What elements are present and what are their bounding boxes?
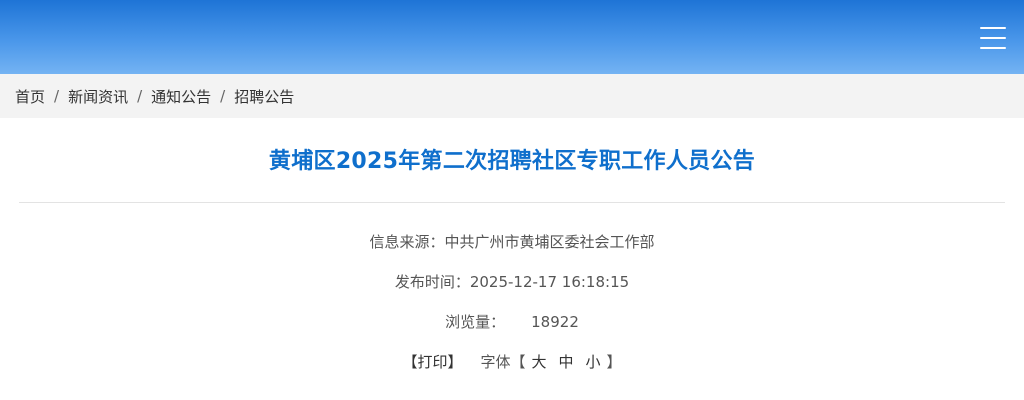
breadcrumb: 首页 / 新闻资讯 / 通知公告 / 招聘公告 — [0, 74, 1024, 118]
menu-line — [980, 27, 1006, 29]
hamburger-menu-icon[interactable] — [980, 25, 1006, 51]
font-small-button[interactable]: 小 — [586, 353, 601, 371]
font-size-close: 】 — [606, 353, 622, 371]
menu-line — [980, 47, 1006, 49]
publish-time: 发布时间：2025-12-17 16:18:15 — [0, 271, 1024, 292]
view-count-value: 18922 — [531, 313, 579, 331]
publish-time-label: 发布时间： — [394, 273, 470, 291]
breadcrumb-separator: / — [220, 87, 226, 105]
breadcrumb-recruitment[interactable]: 招聘公告 — [234, 86, 294, 107]
breadcrumb-separator: / — [54, 87, 60, 105]
info-source-value: 中共广州市黄埔区委社会工作部 — [444, 233, 655, 251]
info-source-label: 信息来源： — [369, 233, 445, 251]
breadcrumb-notices[interactable]: 通知公告 — [151, 86, 211, 107]
article-title: 黄埔区2025年第二次招聘社区专职工作人员公告 — [268, 149, 756, 174]
breadcrumb-news[interactable]: 新闻资讯 — [68, 86, 128, 107]
view-count: 浏览量： 18922 — [0, 311, 1024, 332]
breadcrumb-home[interactable]: 首页 — [15, 86, 45, 107]
article-tools: 【打印】 字体【大中小】 — [0, 351, 1024, 372]
font-large-button[interactable]: 大 — [531, 353, 546, 371]
font-medium-button[interactable]: 中 — [559, 353, 574, 371]
info-source: 信息来源：中共广州市黄埔区委社会工作部 — [0, 231, 1024, 252]
site-header — [0, 0, 1024, 74]
menu-line — [980, 37, 1006, 39]
publish-time-value: 2025-12-17 16:18:15 — [469, 273, 630, 291]
print-button[interactable]: 【打印】 — [402, 353, 462, 371]
view-count-label: 浏览量： — [445, 313, 506, 331]
breadcrumb-separator: / — [137, 87, 143, 105]
title-divider — [19, 202, 1005, 203]
font-size-label: 字体【 — [480, 353, 526, 371]
